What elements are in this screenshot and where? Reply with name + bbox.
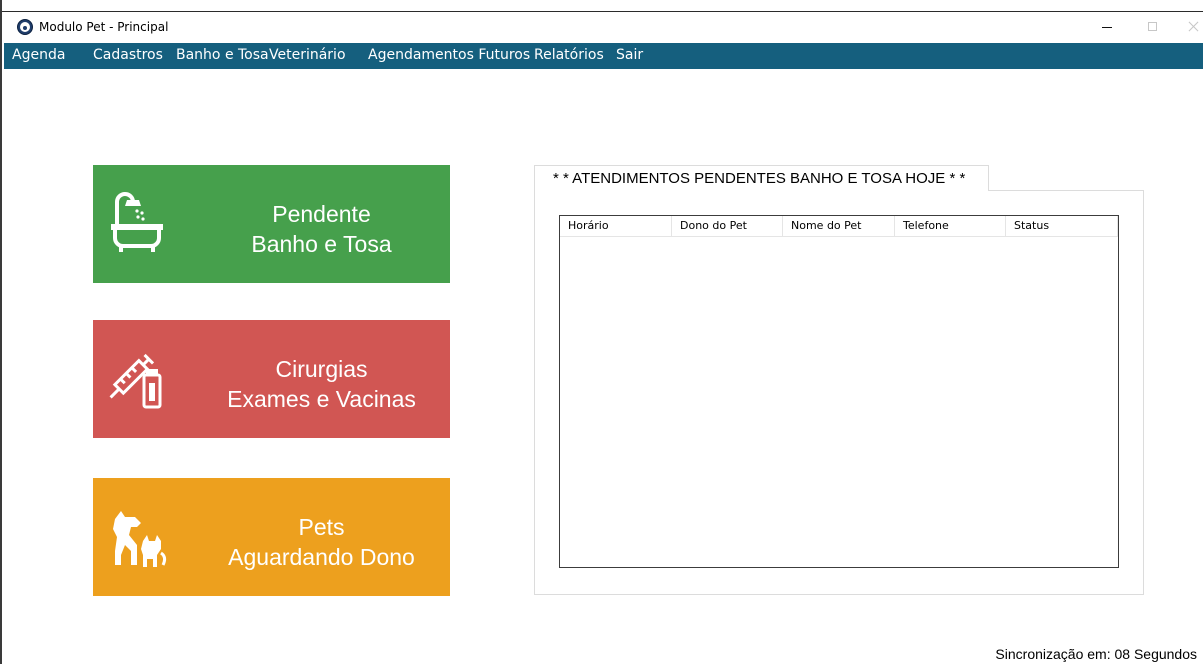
column-header-nome[interactable]: Nome do Pet xyxy=(783,216,895,236)
menu-bar: Agenda Cadastros Banho e Tosa Veterinári… xyxy=(4,43,1203,69)
pending-bath-label: Pendente Banho e Tosa xyxy=(193,199,450,259)
column-header-status[interactable]: Status xyxy=(1006,216,1118,236)
list-header: Horário Dono do Pet Nome do Pet Telefone… xyxy=(560,216,1118,237)
paw-logo-icon xyxy=(17,19,33,35)
surgery-exams-label: Cirurgias Exames e Vacinas xyxy=(193,354,450,414)
column-header-horario[interactable]: Horário xyxy=(560,216,672,236)
pending-bath-tile[interactable]: Pendente Banho e Tosa xyxy=(93,165,450,283)
pending-appointments-list[interactable]: Horário Dono do Pet Nome do Pet Telefone… xyxy=(559,215,1119,568)
pending-bath-line1: Pendente xyxy=(272,201,371,227)
main-window: Modulo Pet - Principal Agenda Cadastros … xyxy=(0,0,1203,664)
column-header-telefone[interactable]: Telefone xyxy=(895,216,1006,236)
pets-awaiting-owner-label: Pets Aguardando Dono xyxy=(193,512,450,572)
menu-sair[interactable]: Sair xyxy=(616,47,643,63)
pets-awaiting-owner-tile[interactable]: Pets Aguardando Dono xyxy=(93,478,450,596)
surgery-exams-tile[interactable]: Cirurgias Exames e Vacinas xyxy=(93,320,450,438)
menu-agenda[interactable]: Agenda xyxy=(12,47,65,63)
pending-bath-line2: Banho e Tosa xyxy=(251,231,392,257)
menu-banho-tosa[interactable]: Banho e Tosa xyxy=(176,47,269,63)
menu-cadastros[interactable]: Cadastros xyxy=(93,47,163,63)
sync-status: Sincronização em: 08 Segundos xyxy=(995,646,1197,662)
column-header-dono[interactable]: Dono do Pet xyxy=(672,216,783,236)
surgery-exams-line2: Exames e Vacinas xyxy=(227,386,416,412)
pets-awaiting-owner-line2: Aguardando Dono xyxy=(228,544,415,570)
title-bar: Modulo Pet - Principal xyxy=(4,12,1203,42)
pets-awaiting-owner-line1: Pets xyxy=(298,514,345,540)
minimize-icon xyxy=(1102,27,1112,28)
top-strip xyxy=(2,0,1203,12)
maximize-icon xyxy=(1148,22,1157,31)
menu-veterinario[interactable]: Veterinário xyxy=(269,47,346,63)
pending-appointments-tab[interactable]: * * ATENDIMENTOS PENDENTES BANHO E TOSA … xyxy=(534,165,989,191)
menu-relatorios[interactable]: Relatórios xyxy=(534,47,604,63)
dog-cat-icon xyxy=(113,511,167,567)
surgery-exams-line1: Cirurgias xyxy=(275,356,368,382)
bathtub-icon xyxy=(111,192,163,252)
close-button[interactable] xyxy=(1176,12,1203,42)
menu-agendamentos-futuros[interactable]: Agendamentos Futuros xyxy=(368,47,530,63)
window-title: Modulo Pet - Principal xyxy=(39,20,169,34)
maximize-button[interactable] xyxy=(1130,12,1176,42)
pending-appointments-title: * * ATENDIMENTOS PENDENTES BANHO E TOSA … xyxy=(553,170,966,187)
syringe-vial-icon xyxy=(109,353,162,409)
minimize-button[interactable] xyxy=(1084,12,1130,42)
